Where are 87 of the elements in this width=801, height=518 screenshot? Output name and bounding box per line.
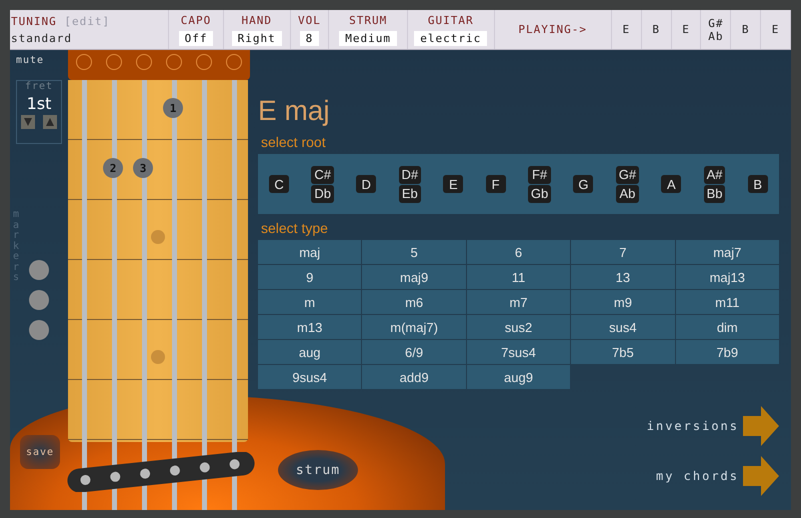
root-button[interactable]: F (486, 175, 506, 193)
playing-note: E (622, 23, 630, 36)
chord-type-button[interactable]: 6 (466, 240, 570, 264)
chord-type-button[interactable]: 6/9 (362, 340, 466, 364)
chord-type-button[interactable]: 13 (571, 265, 675, 289)
setting-label: GUITAR (428, 14, 474, 26)
root-button[interactable]: Eb (398, 184, 422, 202)
marker-toggle[interactable] (29, 260, 49, 280)
mute-toggle[interactable] (166, 54, 182, 70)
playing-label: PLAYING-> (518, 23, 587, 36)
setting-value[interactable]: 8 (300, 30, 320, 46)
mute-toggle[interactable] (226, 54, 242, 70)
mute-toggle[interactable] (196, 54, 212, 70)
root-button[interactable]: C (269, 175, 290, 193)
tuning-label: TUNING (11, 14, 57, 28)
up-arrow-icon[interactable] (43, 115, 57, 129)
chord-type-button[interactable]: sus4 (571, 315, 675, 339)
save-button[interactable]: save (20, 435, 60, 469)
chord-type-button[interactable]: dim (676, 315, 779, 339)
marker-toggle[interactable] (29, 320, 49, 340)
mute-toggle[interactable] (76, 54, 92, 70)
chord-type-button[interactable]: 7b5 (571, 340, 675, 364)
root-button[interactable]: C# (311, 166, 334, 184)
chord-type-button[interactable]: maj (258, 240, 362, 264)
down-arrow-icon[interactable] (21, 115, 35, 129)
chord-type-button[interactable]: sus2 (466, 315, 570, 339)
chord-type-button[interactable]: 9 (258, 265, 362, 289)
root-button[interactable]: D# (398, 166, 422, 184)
playing-note: Ab (708, 30, 724, 42)
root-button[interactable]: B (748, 175, 768, 193)
mute-toggle[interactable] (136, 54, 152, 70)
marker-toggle[interactable] (29, 290, 49, 310)
fret-label: fret (24, 81, 54, 92)
root-button[interactable]: G (573, 175, 594, 193)
chord-type-button[interactable]: m13 (258, 315, 362, 339)
setting-label: CAPO (180, 14, 212, 26)
right-arrow-icon[interactable] (743, 456, 779, 496)
chord-name: E maj (258, 94, 331, 128)
playing-note: E (682, 23, 690, 36)
mute-label: mute (16, 55, 44, 66)
chord-type-button[interactable]: maj7 (676, 240, 779, 264)
chord-type-button[interactable]: m6 (362, 290, 466, 314)
chord-type-button[interactable]: m7 (466, 290, 570, 314)
setting-label: VOL (298, 14, 321, 26)
playing-note: B (742, 23, 750, 36)
type-heading: select type (261, 220, 329, 236)
playing-note: G# (708, 16, 724, 30)
root-button[interactable]: Db (311, 184, 334, 202)
chord-type-button[interactable]: 11 (466, 265, 570, 289)
setting-label: HAND (241, 14, 272, 26)
root-button[interactable]: Ab (616, 184, 640, 202)
chord-type-button[interactable]: maj9 (362, 265, 466, 289)
chord-type-button[interactable]: m (258, 290, 362, 314)
chord-type-button[interactable]: m9 (571, 290, 675, 314)
root-button[interactable]: Gb (528, 184, 552, 202)
right-arrow-icon[interactable] (743, 406, 779, 446)
setting-label: STRUM (349, 14, 388, 26)
root-button[interactable]: D (356, 175, 376, 193)
playing-note: E (772, 23, 780, 36)
nav-link[interactable]: inversions (646, 419, 739, 433)
root-button[interactable]: G# (616, 166, 640, 184)
nav-link[interactable]: my chords (656, 469, 739, 483)
setting-value[interactable]: electric (414, 30, 488, 46)
root-button[interactable]: A (661, 175, 682, 193)
chord-type-button[interactable]: m11 (676, 290, 779, 314)
setting-value[interactable]: Off (178, 30, 214, 46)
chord-type-button[interactable]: aug9 (466, 365, 570, 389)
setting-value[interactable]: Right (232, 30, 282, 46)
chord-type-button[interactable]: 9sus4 (258, 365, 362, 389)
mute-toggle[interactable] (106, 54, 122, 70)
root-heading: select root (261, 134, 327, 150)
fret-value: 1st (26, 94, 52, 113)
chord-type-button[interactable]: m(maj7) (362, 315, 466, 339)
chord-type-button[interactable]: aug (258, 340, 362, 364)
playing-note: B (652, 23, 660, 36)
chord-type-button[interactable]: 5 (362, 240, 466, 264)
chord-type-button[interactable]: add9 (362, 365, 466, 389)
setting-value[interactable]: Medium (339, 30, 398, 46)
chord-type-button[interactable]: maj13 (676, 265, 779, 289)
root-button[interactable]: A# (704, 166, 726, 184)
chord-type-button[interactable]: 7sus4 (466, 340, 570, 364)
root-button[interactable]: Bb (704, 184, 726, 202)
root-button[interactable]: E (443, 175, 464, 193)
chord-type-button[interactable]: 7 (571, 240, 675, 264)
root-button[interactable]: F# (528, 166, 552, 184)
chord-type-button[interactable]: 7b9 (676, 340, 779, 364)
tuning-value[interactable]: standard (11, 32, 72, 44)
